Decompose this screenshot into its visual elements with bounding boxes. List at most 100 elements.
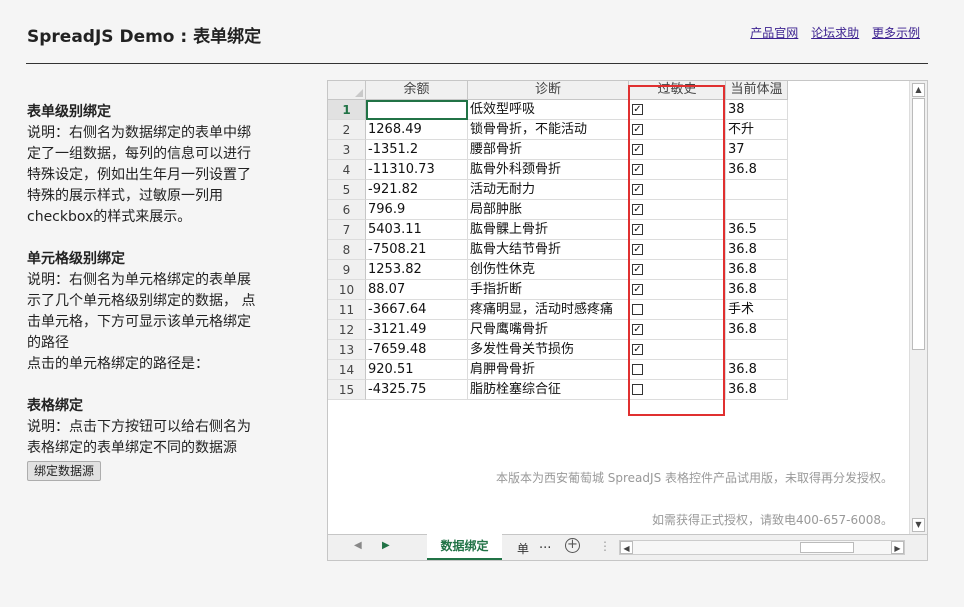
vertical-scroll-thumb[interactable] xyxy=(912,98,925,350)
checked-checkbox-icon[interactable]: ✓ xyxy=(632,104,643,115)
cell-temperature[interactable] xyxy=(726,340,788,360)
scroll-right-icon[interactable]: ▶ xyxy=(891,541,904,554)
checked-checkbox-icon[interactable]: ✓ xyxy=(632,264,643,275)
add-sheet-icon[interactable]: + xyxy=(565,538,580,553)
cell-allergy[interactable]: ✓ xyxy=(629,180,726,200)
cell-balance[interactable]: -7508.21 xyxy=(366,240,468,260)
cell-temperature[interactable]: 38 xyxy=(726,100,788,120)
cell-temperature[interactable]: 36.8 xyxy=(726,360,788,380)
row-header[interactable]: 3 xyxy=(328,140,366,160)
cell-allergy[interactable]: ✓ xyxy=(629,220,726,240)
row-header[interactable]: 1 xyxy=(328,100,366,120)
cell-balance[interactable]: -1351.2 xyxy=(366,140,468,160)
cell-diagnosis[interactable]: 活动无耐力 xyxy=(468,180,629,200)
vertical-scrollbar[interactable]: ▲ ▼ xyxy=(909,81,927,534)
checked-checkbox-icon[interactable]: ✓ xyxy=(632,184,643,195)
cell-allergy[interactable] xyxy=(629,380,726,400)
row-header[interactable]: 9 xyxy=(328,260,366,280)
cell-diagnosis[interactable]: 疼痛明显，活动时感疼痛 xyxy=(468,300,629,320)
cell-temperature[interactable]: 36.8 xyxy=(726,160,788,180)
row-header[interactable]: 2 xyxy=(328,120,366,140)
scroll-down-icon[interactable]: ▼ xyxy=(912,518,925,532)
cell-allergy[interactable]: ✓ xyxy=(629,260,726,280)
cell-temperature[interactable]: 37 xyxy=(726,140,788,160)
row-header[interactable]: 13 xyxy=(328,340,366,360)
cell-balance[interactable] xyxy=(366,100,468,120)
unchecked-checkbox-icon[interactable] xyxy=(632,304,643,315)
column-header-diagnosis[interactable]: 诊断 xyxy=(468,81,629,100)
horizontal-scrollbar[interactable]: ◀ ▶ xyxy=(619,540,905,555)
cell-temperature[interactable]: 手术 xyxy=(726,300,788,320)
cell-diagnosis[interactable]: 肱骨大结节骨折 xyxy=(468,240,629,260)
cell-balance[interactable]: -3121.49 xyxy=(366,320,468,340)
checked-checkbox-icon[interactable]: ✓ xyxy=(632,344,643,355)
cell-balance[interactable]: -4325.75 xyxy=(366,380,468,400)
cell-diagnosis[interactable]: 创伤性休克 xyxy=(468,260,629,280)
row-header[interactable]: 10 xyxy=(328,280,366,300)
cell-balance[interactable]: 88.07 xyxy=(366,280,468,300)
cell-temperature[interactable]: 36.8 xyxy=(726,320,788,340)
row-header[interactable]: 14 xyxy=(328,360,366,380)
row-header[interactable]: 6 xyxy=(328,200,366,220)
select-all-corner[interactable] xyxy=(328,81,366,100)
cell-allergy[interactable]: ✓ xyxy=(629,340,726,360)
cell-temperature[interactable]: 36.5 xyxy=(726,220,788,240)
cell-diagnosis[interactable]: 手指折断 xyxy=(468,280,629,300)
row-header[interactable]: 4 xyxy=(328,160,366,180)
checked-checkbox-icon[interactable]: ✓ xyxy=(632,324,643,335)
cell-diagnosis[interactable]: 肩胛骨骨折 xyxy=(468,360,629,380)
cell-allergy[interactable] xyxy=(629,360,726,380)
unchecked-checkbox-icon[interactable] xyxy=(632,384,643,395)
column-header-balance[interactable]: 余额 xyxy=(366,81,468,100)
checked-checkbox-icon[interactable]: ✓ xyxy=(632,124,643,135)
cell-temperature[interactable]: 36.8 xyxy=(726,380,788,400)
tab-cell-binding[interactable]: 单 xyxy=(517,540,529,557)
cell-diagnosis[interactable]: 局部肿胀 xyxy=(468,200,629,220)
checked-checkbox-icon[interactable]: ✓ xyxy=(632,284,643,295)
column-header-allergy[interactable]: 过敏史 xyxy=(629,81,726,100)
cell-diagnosis[interactable]: 腰部骨折 xyxy=(468,140,629,160)
tab-splitter-icon[interactable]: ⋮ xyxy=(599,539,611,553)
bind-datasource-button[interactable]: 绑定数据源 xyxy=(27,461,102,481)
row-header[interactable]: 11 xyxy=(328,300,366,320)
cell-allergy[interactable]: ✓ xyxy=(629,100,726,120)
cell-temperature[interactable] xyxy=(726,180,788,200)
cell-balance[interactable]: -7659.48 xyxy=(366,340,468,360)
cell-balance[interactable]: 920.51 xyxy=(366,360,468,380)
link-forum-help[interactable]: 论坛求助 xyxy=(811,26,859,40)
checked-checkbox-icon[interactable]: ✓ xyxy=(632,144,643,155)
link-product-site[interactable]: 产品官网 xyxy=(750,26,798,40)
cell-temperature[interactable]: 不升 xyxy=(726,120,788,140)
row-header[interactable]: 5 xyxy=(328,180,366,200)
cell-balance[interactable]: 5403.11 xyxy=(366,220,468,240)
cell-diagnosis[interactable]: 脂肪栓塞综合征 xyxy=(468,380,629,400)
checked-checkbox-icon[interactable]: ✓ xyxy=(632,164,643,175)
horizontal-scroll-thumb[interactable] xyxy=(800,542,854,553)
cell-allergy[interactable]: ✓ xyxy=(629,160,726,180)
tab-nav-prev-icon[interactable]: ◀ xyxy=(354,540,362,551)
cell-balance[interactable]: 1253.82 xyxy=(366,260,468,280)
tab-data-binding[interactable]: 数据绑定 xyxy=(427,534,502,560)
cell-diagnosis[interactable]: 尺骨鹰嘴骨折 xyxy=(468,320,629,340)
cell-balance[interactable]: -921.82 xyxy=(366,180,468,200)
checked-checkbox-icon[interactable]: ✓ xyxy=(632,244,643,255)
cell-allergy[interactable]: ✓ xyxy=(629,120,726,140)
cell-balance[interactable]: 1268.49 xyxy=(366,120,468,140)
cell-temperature[interactable]: 36.8 xyxy=(726,280,788,300)
row-header[interactable]: 12 xyxy=(328,320,366,340)
cell-diagnosis[interactable]: 低效型呼吸 xyxy=(468,100,629,120)
column-header-temperature[interactable]: 当前体温 xyxy=(726,81,788,100)
scroll-up-icon[interactable]: ▲ xyxy=(912,83,925,97)
cell-allergy[interactable]: ✓ xyxy=(629,320,726,340)
spreadsheet[interactable]: 余额 诊断 过敏史 当前体温 1 低效型呼吸 ✓ 38 2 1268.49 锁骨骨折，不能活… xyxy=(327,80,928,561)
cell-diagnosis[interactable]: 多发性骨关节损伤 xyxy=(468,340,629,360)
cell-diagnosis[interactable]: 肱骨髁上骨折 xyxy=(468,220,629,240)
cell-allergy[interactable]: ✓ xyxy=(629,140,726,160)
row-header[interactable]: 7 xyxy=(328,220,366,240)
cell-allergy[interactable]: ✓ xyxy=(629,240,726,260)
unchecked-checkbox-icon[interactable] xyxy=(632,364,643,375)
cell-balance[interactable]: -3667.64 xyxy=(366,300,468,320)
cell-balance[interactable]: -11310.73 xyxy=(366,160,468,180)
row-header[interactable]: 8 xyxy=(328,240,366,260)
checked-checkbox-icon[interactable]: ✓ xyxy=(632,204,643,215)
